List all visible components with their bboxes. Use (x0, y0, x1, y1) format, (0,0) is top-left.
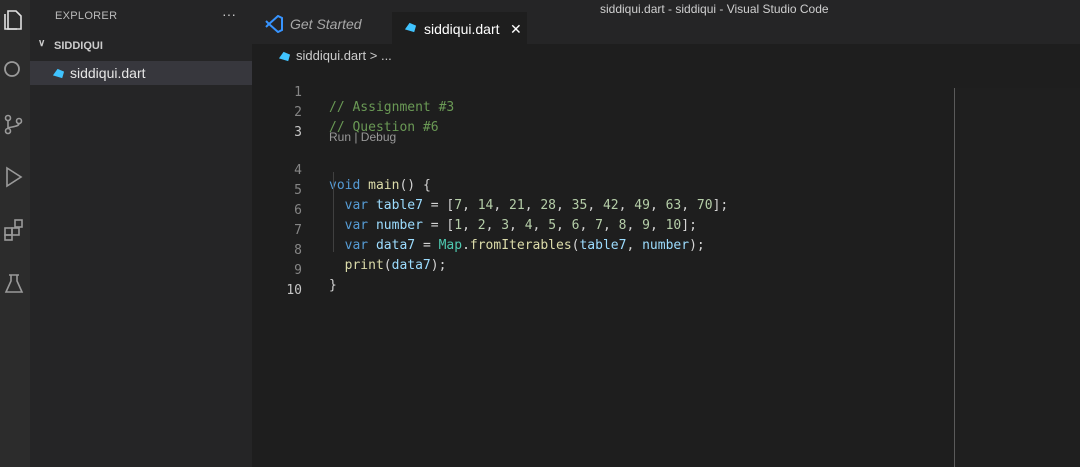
code-line[interactable]: 10 (252, 268, 952, 298)
dart-icon (278, 51, 291, 62)
indent-guide (333, 172, 334, 252)
line-number: 3 (294, 125, 302, 140)
breadcrumb-separator: > (369, 48, 378, 63)
testing-icon[interactable] (2, 272, 26, 296)
folder-name: SIDDIQUI (54, 40, 103, 52)
tab-siddiqui-dart[interactable]: siddiqui.dart ✕ (392, 12, 527, 44)
codelens-run-debug[interactable]: Run | Debug (329, 130, 396, 144)
explorer-icon[interactable] (2, 8, 26, 32)
run-debug-icon[interactable] (2, 165, 26, 189)
file-item-siddiqui-dart[interactable]: siddiqui.dart (30, 61, 252, 85)
explorer-sidebar: EXPLORER ··· ∨ SIDDIQUI siddiqui.dart (30, 0, 252, 467)
breadcrumb-trail[interactable]: ... (381, 48, 392, 63)
code-line[interactable]: 5 var table7 = [7, 14, 21, 28, 35, 42, 4… (252, 168, 952, 213)
breadcrumb-file[interactable]: siddiqui.dart (296, 48, 366, 63)
dart-icon (404, 22, 417, 33)
code-line[interactable]: 3 (252, 110, 952, 140)
explorer-title: EXPLORER (55, 10, 118, 22)
extensions-icon[interactable] (2, 218, 26, 242)
search-icon[interactable] (2, 58, 26, 82)
code-line[interactable]: 8 print(data7); (252, 228, 952, 273)
close-icon[interactable]: ✕ (510, 21, 522, 38)
more-actions-icon[interactable]: ··· (222, 6, 236, 22)
code-line[interactable]: 2 // Question #6 (252, 90, 952, 135)
code-line[interactable]: 6 var number = [1, 2, 3, 4, 5, 6, 7, 8, … (252, 188, 952, 233)
dart-icon (52, 68, 65, 79)
minimap[interactable] (955, 88, 1080, 467)
chevron-down-icon: ∨ (38, 38, 46, 49)
vscode-icon (265, 15, 283, 33)
line-number: 10 (286, 283, 302, 298)
window-title: siddiqui.dart - siddiqui - Visual Studio… (600, 2, 829, 16)
code-line[interactable]: 7 var data7 = Map.fromIterables(table7, … (252, 208, 952, 253)
editor-ruler (954, 88, 955, 467)
code-line[interactable]: 4 void main() { (252, 148, 952, 193)
code-line[interactable]: 1 // Assignment #3 (252, 70, 952, 115)
source-control-icon[interactable] (2, 112, 26, 136)
file-name: siddiqui.dart (70, 65, 146, 81)
folder-row-siddiqui[interactable]: ∨ SIDDIQUI (30, 38, 252, 56)
tab-label: siddiqui.dart (424, 21, 500, 37)
tab-label: Get Started (290, 16, 362, 32)
activity-bar (0, 0, 30, 467)
code-line[interactable]: 9 } (252, 248, 952, 293)
